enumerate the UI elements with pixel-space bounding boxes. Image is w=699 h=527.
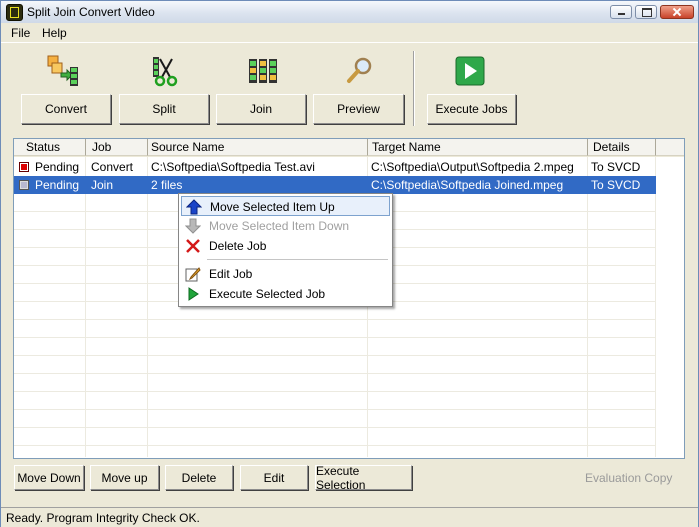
context-menu: Move Selected Item Up Move Selected Item…: [178, 193, 393, 307]
column-header-filler: [656, 139, 684, 156]
toolbar-separator: [413, 51, 415, 126]
play-icon: [188, 287, 199, 301]
column-header-target[interactable]: Target Name: [368, 139, 588, 156]
column-header-job[interactable]: Job: [86, 139, 148, 156]
column-header-source[interactable]: Source Name: [148, 139, 368, 156]
cell-status: Pending: [35, 178, 80, 192]
cell-target: C:\Softpedia\Softpedia Joined.mpeg: [371, 178, 564, 192]
menu-move-down[interactable]: Move Selected Item Down: [181, 216, 390, 236]
maximize-button[interactable]: [635, 5, 657, 19]
cell-job: Join: [91, 178, 114, 192]
grid-line: [587, 157, 588, 457]
grid-line: [14, 409, 656, 410]
menu-execute-selected-label: Execute Selected Job: [209, 287, 326, 301]
pending-status-icon: [19, 162, 29, 172]
menu-separator: [207, 259, 388, 260]
menu-move-up-label: Move Selected Item Up: [210, 200, 335, 214]
grid-line: [14, 355, 656, 356]
menu-help[interactable]: Help: [42, 26, 67, 40]
grid-line: [14, 319, 656, 320]
cell-job: Convert: [91, 160, 134, 174]
title-bar[interactable]: Split Join Convert Video: [1, 1, 698, 24]
minimize-button[interactable]: [610, 5, 632, 19]
menu-edit-job[interactable]: Edit Job: [181, 264, 390, 284]
table-row[interactable]: Pending Convert C:\Softpedia\Softpedia T…: [14, 158, 656, 176]
app-icon[interactable]: [6, 4, 23, 21]
menu-edit-job-label: Edit Job: [209, 267, 253, 281]
close-button[interactable]: [660, 5, 694, 19]
edit-pencil-icon: [185, 267, 201, 282]
arrow-up-icon: [186, 199, 202, 215]
status-bar: Ready. Program Integrity Check OK.: [1, 507, 698, 527]
menu-delete-job[interactable]: Delete Job: [181, 236, 390, 256]
film-join-icon: [249, 59, 277, 83]
cell-source: C:\Softpedia\Softpedia Test.avi: [151, 160, 315, 174]
preview-button[interactable]: Preview: [313, 94, 404, 124]
grid-line: [655, 157, 656, 457]
column-header-status[interactable]: Status: [14, 139, 86, 156]
menu-file[interactable]: File: [11, 26, 30, 40]
menu-delete-job-label: Delete Job: [209, 239, 267, 253]
grid-line: [14, 391, 656, 392]
play-icon: [455, 56, 485, 86]
scissors-icon: [153, 57, 178, 87]
move-up-button[interactable]: Move up: [90, 465, 159, 490]
delete-x-icon: [186, 239, 200, 253]
cell-status: Pending: [35, 160, 80, 174]
cell-source: 2 files: [151, 178, 183, 192]
table-row[interactable]: Pending Join 2 files C:\Softpedia\Softpe…: [14, 176, 656, 194]
grid-line: [14, 373, 656, 374]
toolbar: Convert Split Join Preview Execute Jobs: [1, 42, 698, 131]
cell-target: C:\Softpedia\Output\Softpedia 2.mpeg: [371, 160, 574, 174]
grid-line: [14, 337, 656, 338]
magnifier-icon: [347, 57, 372, 83]
cell-details: To SVCD: [591, 160, 641, 174]
convert-button[interactable]: Convert: [21, 94, 111, 124]
grid-line: [14, 427, 656, 428]
join-button[interactable]: Join: [216, 94, 306, 124]
execute-jobs-button[interactable]: Execute Jobs: [427, 94, 516, 124]
cell-details: To SVCD: [591, 178, 641, 192]
app-window: Split Join Convert Video File Help Conve…: [0, 0, 699, 527]
arrow-down-icon: [185, 218, 201, 234]
window-title: Split Join Convert Video: [27, 5, 155, 19]
grid-line: [14, 445, 656, 446]
edit-button[interactable]: Edit: [240, 465, 308, 490]
status-text: Ready. Program Integrity Check OK.: [6, 511, 200, 525]
pending-status-icon: [19, 180, 29, 190]
convert-icon: [47, 55, 78, 86]
menu-execute-selected[interactable]: Execute Selected Job: [181, 284, 390, 304]
menu-bar: File Help: [1, 23, 698, 42]
move-down-button[interactable]: Move Down: [14, 465, 84, 490]
grid-line: [85, 157, 86, 457]
list-header: Status Job Source Name Target Name Detai…: [14, 139, 684, 157]
evaluation-label: Evaluation Copy: [585, 471, 673, 485]
menu-move-down-label: Move Selected Item Down: [209, 219, 350, 233]
delete-button[interactable]: Delete: [165, 465, 233, 490]
execute-selection-button[interactable]: Execute Selection: [315, 464, 412, 492]
split-button[interactable]: Split: [119, 94, 209, 124]
menu-move-up[interactable]: Move Selected Item Up: [181, 196, 390, 216]
column-header-details[interactable]: Details: [588, 139, 656, 156]
